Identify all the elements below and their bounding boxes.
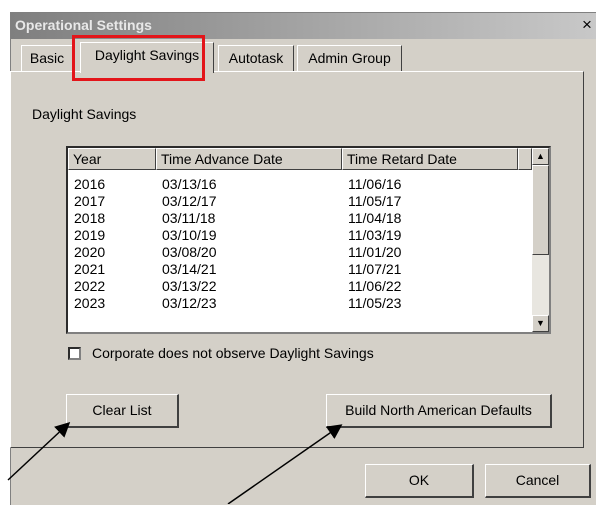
arrow-to-clear-list — [7, 421, 71, 481]
arrow-to-build-defaults — [227, 424, 343, 504]
annotation-arrows — [7, 421, 343, 504]
